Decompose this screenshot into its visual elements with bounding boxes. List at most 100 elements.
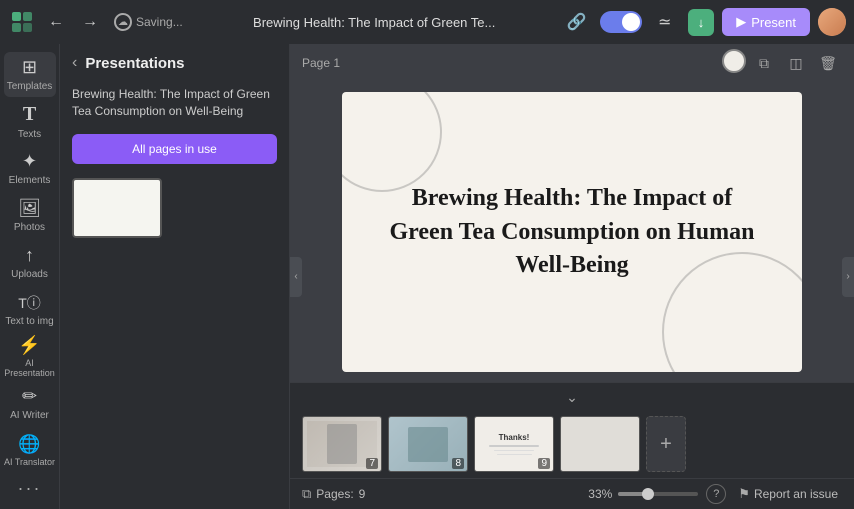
texts-icon: T bbox=[23, 103, 36, 126]
slide[interactable]: Brewing Health: The Impact of Green Tea … bbox=[342, 92, 802, 372]
zoom-percentage: 33% bbox=[577, 487, 612, 501]
saving-indicator: ☁ Saving... bbox=[110, 13, 187, 31]
share-button[interactable]: ≃ bbox=[650, 7, 680, 37]
zoom-fill bbox=[618, 492, 644, 496]
ai-translator-label: AI Translator bbox=[4, 458, 55, 468]
page-label: Page 1 bbox=[302, 56, 340, 70]
sidebar-item-texts[interactable]: T Texts bbox=[4, 99, 56, 144]
slide-title: Brewing Health: The Impact of Green Tea … bbox=[342, 162, 802, 303]
toggle-knob bbox=[622, 13, 640, 31]
report-icon: ⚑ bbox=[738, 486, 750, 502]
ai-translator-icon: 🌐 bbox=[18, 434, 40, 455]
help-icon: ? bbox=[713, 488, 719, 500]
zoom-slider[interactable] bbox=[618, 492, 698, 496]
photos-label: Photos bbox=[14, 222, 45, 233]
help-button[interactable]: ? bbox=[706, 484, 726, 504]
canvas-top-bar: Page 1 ⧉ ◫ 🗑 bbox=[290, 44, 854, 82]
pages-info: ⧉ Pages: 9 bbox=[302, 486, 365, 502]
filmstrip-container: ⌄ 7 8 bbox=[290, 382, 854, 478]
duplicate-button[interactable]: ⧉ bbox=[750, 49, 778, 77]
add-page-button[interactable]: + bbox=[646, 416, 686, 472]
app-logo bbox=[8, 8, 36, 36]
report-label: Report an issue bbox=[754, 487, 838, 501]
pages-label: Pages: bbox=[316, 487, 353, 501]
present-button[interactable]: ▶ Present bbox=[722, 8, 810, 36]
film-thanks-text: Thanks! bbox=[499, 433, 530, 442]
texts-label: Texts bbox=[18, 129, 41, 140]
pages-icon: ⧉ bbox=[302, 486, 311, 502]
sidebar-item-elements[interactable]: ✦ Elements bbox=[4, 146, 56, 191]
sidebar-item-ai-presentation[interactable]: ⚡ AI Presentation bbox=[4, 334, 56, 379]
sidebar-item-templates[interactable]: ⊞ Templates bbox=[4, 52, 56, 97]
filmstrip-toggle: ⌄ bbox=[290, 383, 854, 412]
connect-button[interactable]: 🔗 bbox=[562, 7, 592, 37]
slide-canvas: ‹ Brewing Health: The Impact of Green Te… bbox=[290, 82, 854, 382]
templates-label: Templates bbox=[7, 81, 53, 92]
filmstrip: 7 8 Thanks! bbox=[290, 412, 854, 478]
ai-writer-icon: ✏ bbox=[22, 386, 37, 407]
document-title: Brewing Health: The Impact of Green Te..… bbox=[193, 15, 556, 30]
thumbnail-area bbox=[60, 170, 289, 246]
templates-icon: ⊞ bbox=[22, 57, 37, 78]
film-thumb-8[interactable]: 8 bbox=[388, 416, 468, 472]
color-picker[interactable] bbox=[722, 49, 746, 73]
all-pages-button[interactable]: All pages in use bbox=[72, 134, 277, 164]
avatar[interactable] bbox=[818, 8, 846, 36]
header-actions: 🔗 ≃ ↓ ▶ Present bbox=[562, 7, 846, 37]
present-label: Present bbox=[751, 15, 796, 30]
text-to-img-label: Text to img bbox=[5, 316, 53, 327]
slide-thumbnail[interactable] bbox=[72, 178, 162, 238]
pages-count: 9 bbox=[359, 487, 366, 501]
sidebar-item-photos[interactable]: 🖼 Photos bbox=[4, 193, 56, 238]
status-bar: ⧉ Pages: 9 33% ? ⚑ Report an issue bbox=[290, 478, 854, 509]
sidebar-item-ai-writer[interactable]: ✏ AI Writer bbox=[4, 381, 56, 426]
photos-icon: 🖼 bbox=[18, 198, 41, 219]
film-num-8: 8 bbox=[452, 458, 464, 469]
ai-presentation-label: AI Presentation bbox=[4, 359, 56, 379]
copy-button[interactable]: ◫ bbox=[782, 49, 810, 77]
present-icon: ▶ bbox=[736, 14, 746, 30]
avatar-image bbox=[818, 8, 846, 36]
download-icon: ↓ bbox=[698, 15, 705, 30]
main-content: ⊞ Templates T Texts ✦ Elements 🖼 Photos … bbox=[0, 44, 854, 509]
collapse-right-handle[interactable]: › bbox=[842, 257, 854, 297]
presentation-info: Brewing Health: The Impact of Green Tea … bbox=[60, 82, 289, 128]
presentation-name: Brewing Health: The Impact of Green Tea … bbox=[72, 86, 277, 120]
film-num-9: 9 bbox=[538, 458, 550, 469]
text-to-img-icon: Tⓘ bbox=[18, 293, 41, 313]
delete-button[interactable]: 🗑 bbox=[814, 49, 842, 77]
film-thumb-7[interactable]: 7 bbox=[302, 416, 382, 472]
sidebar-item-text-to-img[interactable]: Tⓘ Text to img bbox=[4, 287, 56, 332]
ai-writer-label: AI Writer bbox=[10, 410, 49, 421]
saving-text: Saving... bbox=[136, 15, 183, 29]
undo-button[interactable]: ← bbox=[42, 8, 70, 36]
filmstrip-chevron-button[interactable]: ⌄ bbox=[554, 387, 590, 408]
download-button[interactable]: ↓ bbox=[688, 9, 715, 36]
collapse-left-handle[interactable]: ‹ bbox=[290, 257, 302, 297]
app-header: ← → ☁ Saving... Brewing Health: The Impa… bbox=[0, 0, 854, 44]
panel-title: Presentations bbox=[85, 55, 184, 72]
sidebar-item-uploads[interactable]: ↑ Uploads bbox=[4, 240, 56, 285]
back-button[interactable]: ‹ bbox=[72, 54, 77, 72]
elements-icon: ✦ bbox=[22, 151, 37, 172]
film-thumb-9[interactable]: Thanks! 9 bbox=[474, 416, 554, 472]
panel-header: ‹ Presentations bbox=[60, 44, 289, 82]
ai-presentation-icon: ⚡ bbox=[18, 335, 40, 356]
panel-sidebar: ‹ Presentations Brewing Health: The Impa… bbox=[60, 44, 290, 509]
add-page-icon: + bbox=[660, 433, 672, 456]
film-num-7: 7 bbox=[366, 458, 378, 469]
report-issue-button[interactable]: ⚑ Report an issue bbox=[734, 484, 842, 504]
sidebar-item-ai-translator[interactable]: 🌐 AI Translator bbox=[4, 428, 56, 473]
film-thumb-blank[interactable] bbox=[560, 416, 640, 472]
saving-icon: ☁ bbox=[114, 13, 132, 31]
uploads-label: Uploads bbox=[11, 269, 48, 280]
redo-button[interactable]: → bbox=[76, 8, 104, 36]
elements-label: Elements bbox=[9, 175, 51, 186]
canvas-area: Page 1 ⧉ ◫ 🗑 ‹ Brewing Health: The Impac… bbox=[290, 44, 854, 509]
icon-sidebar: ⊞ Templates T Texts ✦ Elements 🖼 Photos … bbox=[0, 44, 60, 509]
more-items[interactable]: ··· bbox=[4, 475, 56, 501]
zoom-thumb bbox=[642, 488, 654, 500]
zoom-control: 33% bbox=[577, 487, 698, 501]
canvas-tools: ⧉ ◫ 🗑 bbox=[722, 49, 842, 77]
toggle-switch[interactable] bbox=[600, 11, 642, 33]
